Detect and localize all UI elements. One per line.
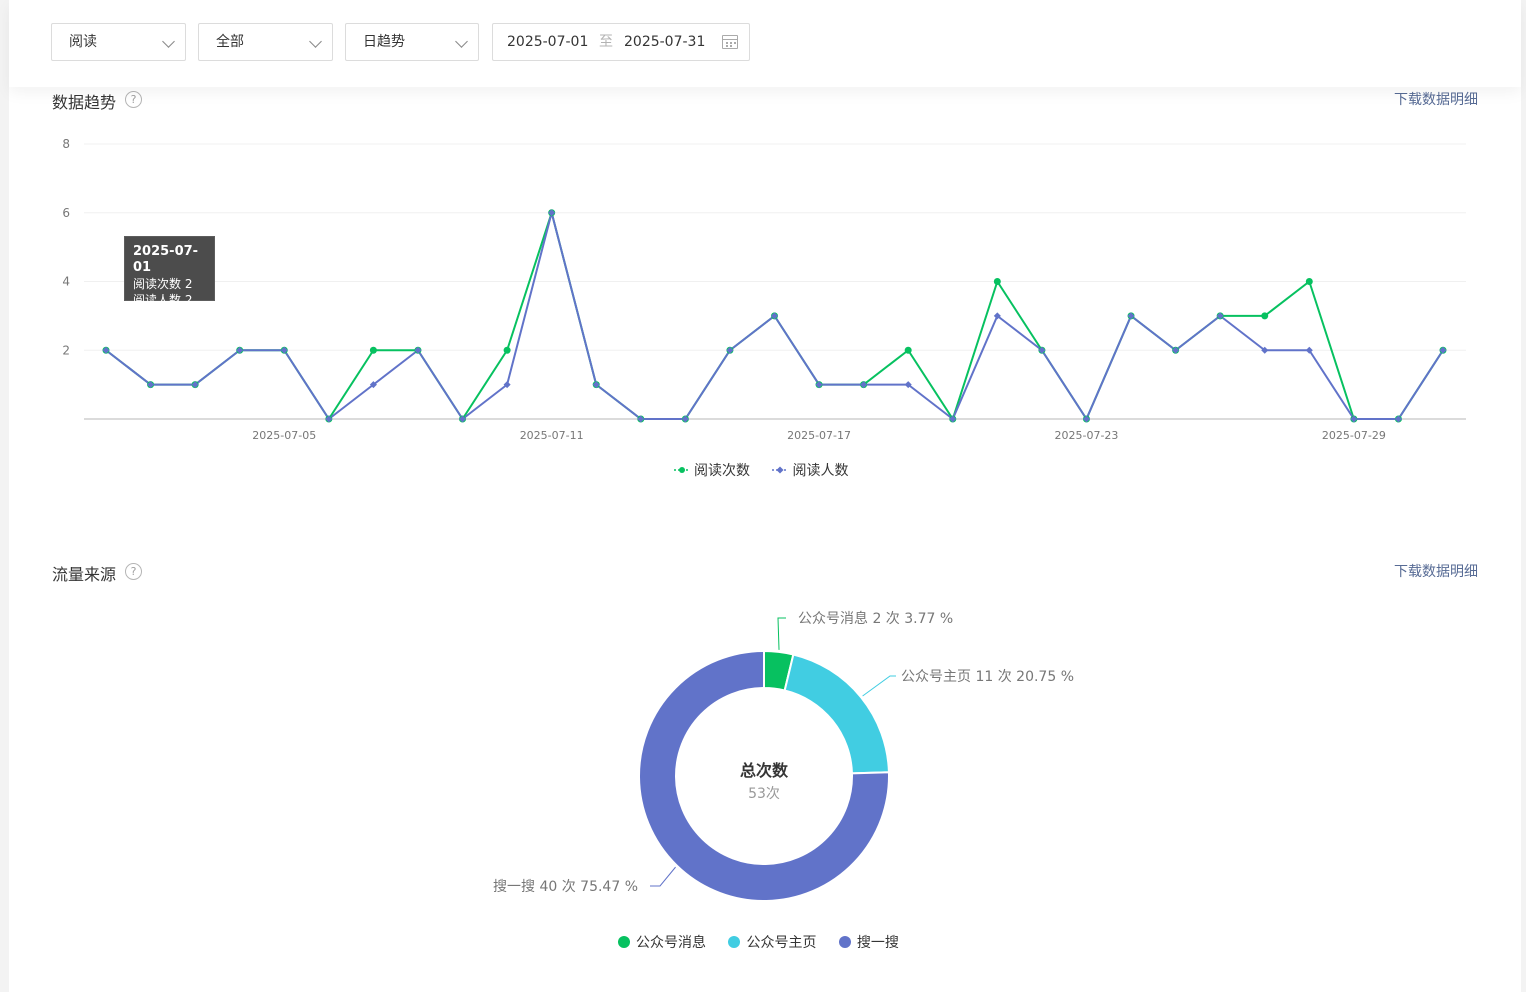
- chevron-down-icon: [162, 35, 175, 48]
- data-point-reads[interactable]: [369, 346, 377, 354]
- y-tick-label: 8: [62, 137, 70, 151]
- legend-label-reads: 阅读次数: [694, 463, 750, 479]
- source-legend: 公众号消息 公众号主页 搜一搜: [618, 932, 917, 952]
- tooltip-line-reads: 阅读次数 2: [133, 277, 193, 291]
- data-point-reads[interactable]: [1261, 312, 1269, 320]
- date-separator: 至: [599, 34, 613, 50]
- metric-select[interactable]: 阅读: [51, 23, 186, 61]
- legend-label-search: 搜一搜: [856, 935, 899, 951]
- trend-legend: 阅读次数 阅读人数: [674, 460, 866, 480]
- data-point-reads[interactable]: [503, 346, 511, 354]
- x-tick-label: 2025-07-23: [1054, 429, 1118, 442]
- date-range-picker[interactable]: 2025-07-01 至 2025-07-31: [492, 23, 750, 61]
- legend-dot-icon: [618, 936, 630, 948]
- chevron-down-icon: [455, 35, 468, 48]
- data-point-reads[interactable]: [993, 278, 1001, 285]
- y-tick-label: 2: [62, 343, 70, 357]
- x-tick-label: 2025-07-17: [787, 429, 851, 442]
- donut-center-label: 总次数: [740, 761, 789, 780]
- x-tick-label: 2025-07-29: [1322, 429, 1386, 442]
- tooltip-date: 2025-07-01: [133, 244, 199, 275]
- legend-label-gzh-message: 公众号消息: [636, 935, 706, 951]
- slice-data-label: 公众号消息 2 次 3.77 %: [798, 610, 953, 627]
- legend-label-readers: 阅读人数: [792, 463, 849, 479]
- data-point-reads[interactable]: [904, 346, 912, 354]
- chart-tooltip: 2025-07-01 阅读次数 2 阅读人数 2: [124, 236, 215, 307]
- metric-select-value: 阅读: [69, 34, 97, 50]
- traffic-source-donut-chart: 公众号消息 2 次 3.77 % 公众号主页 11 次 20.75 % 搜一搜 40…: [493, 610, 1074, 902]
- y-tick-label: 4: [62, 275, 70, 289]
- scope-select-value: 全部: [216, 34, 244, 50]
- data-point-reads[interactable]: [1305, 278, 1313, 285]
- legend-line-green-icon: [674, 467, 690, 473]
- x-tick-label: 2025-07-11: [520, 429, 584, 442]
- legend-line-blue-icon: [772, 466, 789, 474]
- legend-item-reads[interactable]: 阅读次数: [674, 460, 750, 480]
- donut-slice[interactable]: [783, 653, 890, 775]
- legend-dot-icon: [838, 936, 851, 948]
- tooltip-line-readers: 阅读人数 2: [133, 293, 193, 307]
- granularity-select-value: 日趋势: [363, 34, 405, 50]
- slice-label-leader: [650, 866, 676, 887]
- legend-item-gzh-home[interactable]: 公众号主页: [728, 932, 816, 952]
- filter-bar: 阅读 全部 日趋势 2025-07-01 至 2025-07-31: [9, 0, 1521, 87]
- y-tick-label: 6: [62, 206, 70, 220]
- legend-item-gzh-message[interactable]: 公众号消息: [618, 932, 706, 952]
- slice-label-leader: [777, 617, 786, 650]
- calendar-icon[interactable]: [722, 35, 738, 49]
- legend-item-search[interactable]: 搜一搜: [838, 932, 899, 952]
- date-end[interactable]: 2025-07-31: [624, 24, 705, 60]
- granularity-select[interactable]: 日趋势: [345, 23, 479, 61]
- page: 阅读 全部 日趋势 2025-07-01 至 2025-07-31 数据趋势 ?…: [0, 0, 1526, 992]
- chevron-down-icon: [309, 35, 322, 48]
- scope-select[interactable]: 全部: [198, 23, 333, 61]
- date-start[interactable]: 2025-07-01: [507, 24, 588, 60]
- donut-center-value: 53次: [748, 786, 780, 802]
- slice-label-leader: [862, 675, 896, 697]
- slice-data-label: 公众号主页 11 次 20.75 %: [901, 669, 1074, 685]
- legend-item-readers[interactable]: 阅读人数: [772, 460, 848, 480]
- legend-dot-icon: [728, 936, 741, 948]
- slice-data-label: 搜一搜 40 次 75.47 %: [493, 879, 638, 895]
- legend-label-gzh-home: 公众号主页: [746, 935, 817, 951]
- x-tick-label: 2025-07-05: [252, 429, 316, 442]
